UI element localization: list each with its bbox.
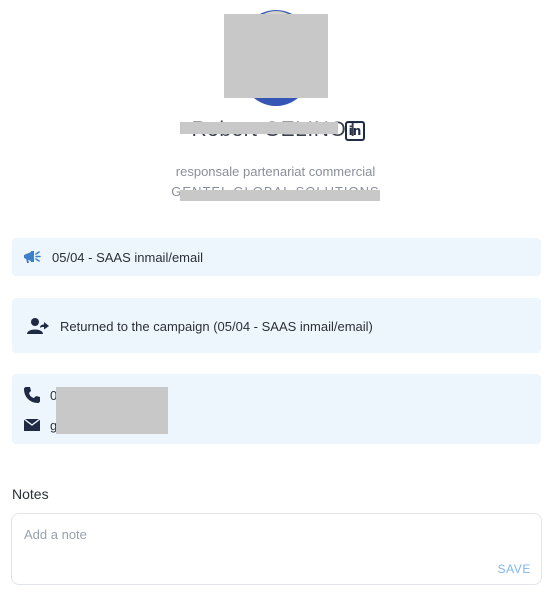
- redaction-block: [180, 190, 380, 201]
- redaction-block: [224, 14, 328, 98]
- email-row[interactable]: g: [22, 416, 57, 434]
- redaction-block: [56, 387, 168, 434]
- profile-role: responsale partenariat commercial: [175, 164, 376, 179]
- avatar: [224, 10, 328, 106]
- status-label: Returned to the campaign (05/04 - SAAS i…: [60, 318, 373, 334]
- notes-title: Notes: [12, 486, 49, 502]
- user-return-icon: [26, 317, 50, 335]
- note-input[interactable]: [22, 522, 526, 546]
- campaign-label: 05/04 - SAAS inmail/email: [52, 249, 204, 265]
- campaign-row[interactable]: 05/04 - SAAS inmail/email: [22, 248, 203, 266]
- save-button[interactable]: SAVE: [497, 562, 531, 576]
- status-row: Returned to the campaign (05/04 - SAAS i…: [26, 317, 373, 335]
- redaction-block: [180, 122, 338, 134]
- status-card: Returned to the campaign (05/04 - SAAS i…: [12, 298, 541, 353]
- phone-icon: [22, 386, 42, 404]
- phone-row[interactable]: 0: [22, 386, 57, 404]
- linkedin-icon[interactable]: in: [345, 121, 365, 141]
- campaign-card: 05/04 - SAAS inmail/email: [12, 238, 541, 276]
- envelope-icon: [22, 416, 42, 434]
- megaphone-icon: [22, 248, 42, 266]
- note-box: SAVE: [11, 513, 542, 585]
